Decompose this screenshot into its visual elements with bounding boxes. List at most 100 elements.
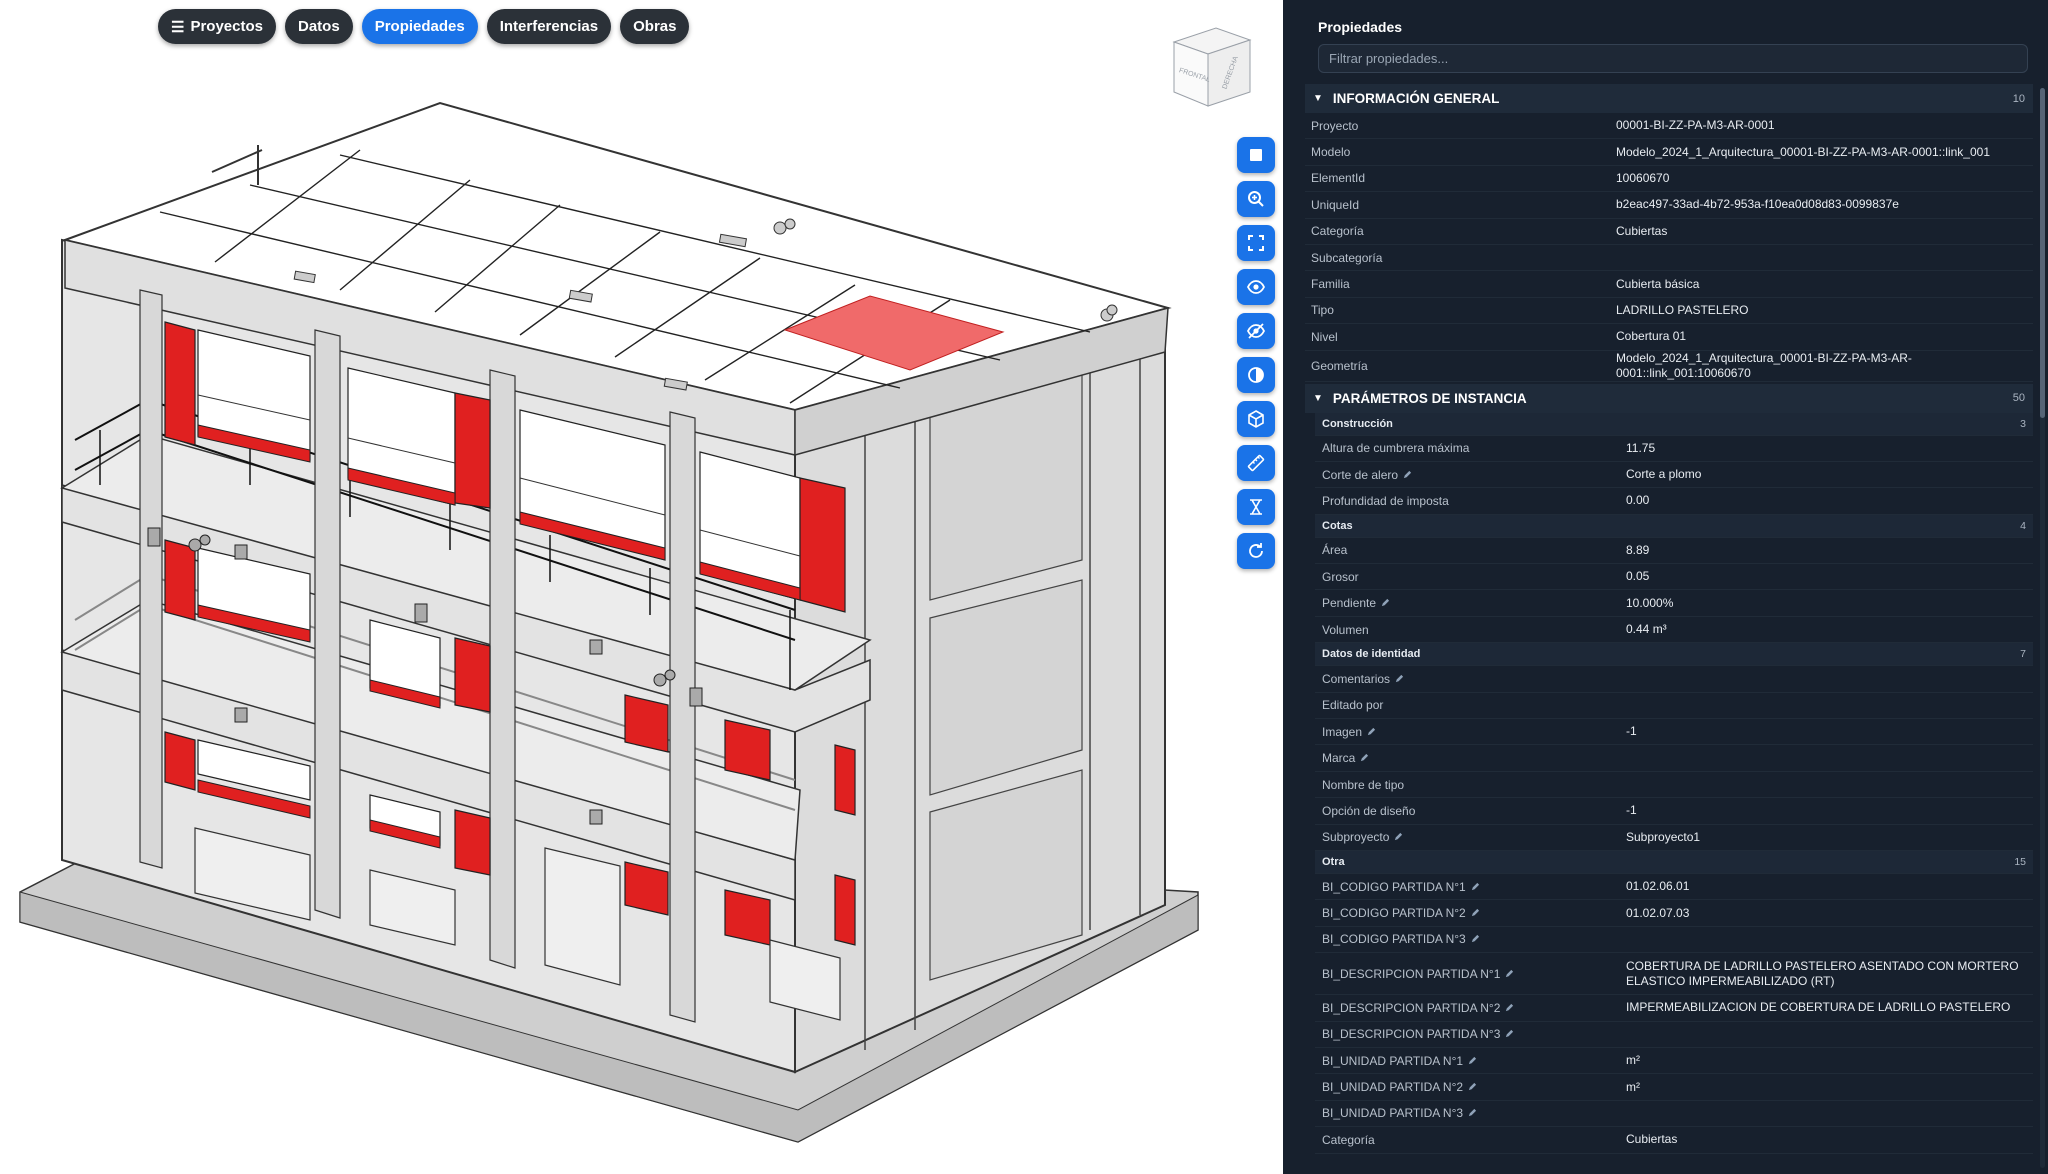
property-key: Subproyecto bbox=[1315, 830, 1620, 844]
group-title: Cotas bbox=[1322, 519, 1353, 532]
property-key: Categoría bbox=[1315, 1133, 1620, 1147]
property-row[interactable]: Área 8.89 bbox=[1315, 538, 2033, 565]
property-key-label: Opción de diseño bbox=[1322, 803, 1416, 818]
property-row[interactable]: BI_DESCRIPCION PARTIDA N°3 bbox=[1315, 1022, 2033, 1048]
property-row[interactable]: BI_DESCRIPCION PARTIDA N°2 IMPERMEABILIZA… bbox=[1315, 995, 2033, 1022]
property-group-header[interactable]: Otra 15 bbox=[1315, 850, 2033, 874]
property-row[interactable]: BI_CODIGO PARTIDA N°1 01.02.06.01 bbox=[1315, 874, 2033, 901]
property-row[interactable]: Volumen 0.44 m³ bbox=[1315, 617, 2033, 644]
property-row[interactable]: BI_DESCRIPCION PARTIDA N°1 COBERTURA DE L… bbox=[1315, 953, 2033, 996]
model-viewer[interactable]: ☰ Proyectos Datos Propiedades Interferen… bbox=[0, 0, 1283, 1174]
section-parametros-instancia[interactable]: ▼ PARÁMETROS DE INSTANCIA 50 bbox=[1305, 383, 2033, 413]
property-row[interactable]: Opción de diseño -1 bbox=[1315, 798, 2033, 825]
nav-propiedades[interactable]: Propiedades bbox=[361, 9, 478, 44]
property-row[interactable]: Profundidad de imposta 0.00 bbox=[1315, 488, 2033, 515]
property-group-header[interactable]: Datos de identidad 7 bbox=[1315, 643, 2033, 667]
edit-pencil-icon[interactable] bbox=[1381, 596, 1390, 610]
property-key: UniqueId bbox=[1311, 197, 1360, 212]
property-key: BI_CODIGO PARTIDA N°2 bbox=[1315, 906, 1620, 920]
edit-pencil-icon[interactable] bbox=[1395, 672, 1404, 686]
edit-pencil-icon[interactable] bbox=[1367, 725, 1376, 739]
property-row[interactable]: BI_UNIDAD PARTIDA N°3 bbox=[1315, 1101, 2033, 1128]
property-key-label: Corte de alero bbox=[1322, 467, 1399, 482]
property-row[interactable]: Nivel Cobertura 01 bbox=[1305, 324, 2033, 351]
fit-view-button[interactable] bbox=[1237, 225, 1275, 261]
nav-propiedades-label: Propiedades bbox=[374, 18, 465, 35]
contrast-button[interactable] bbox=[1237, 357, 1275, 393]
edit-pencil-icon[interactable] bbox=[1505, 967, 1514, 981]
property-key: BI_UNIDAD PARTIDA N°2 bbox=[1315, 1080, 1620, 1094]
menu-icon: ☰ bbox=[171, 18, 185, 36]
edit-pencil-icon[interactable] bbox=[1505, 1001, 1514, 1015]
property-key: Corte de alero bbox=[1315, 468, 1620, 482]
edit-pencil-icon[interactable] bbox=[1471, 932, 1480, 946]
filter-properties-input[interactable] bbox=[1318, 44, 2028, 73]
edit-pencil-icon[interactable] bbox=[1468, 1080, 1477, 1094]
property-value: 01.02.07.03 bbox=[1626, 905, 1690, 920]
zoom-button[interactable] bbox=[1237, 181, 1275, 217]
property-row[interactable]: Marca bbox=[1315, 745, 2033, 772]
property-row[interactable]: Proyecto 00001-BI-ZZ-PA-M3-AR-0001 bbox=[1305, 113, 2033, 140]
hide-button[interactable] bbox=[1237, 313, 1275, 349]
building-model[interactable] bbox=[0, 0, 1283, 1174]
property-row[interactable]: UniqueId b2eac497-33ad-4b72-953a-f10ea0d0… bbox=[1305, 192, 2033, 219]
property-value: Cobertura 01 bbox=[1616, 329, 1687, 344]
edit-pencil-icon[interactable] bbox=[1468, 1054, 1477, 1068]
square-view-button[interactable] bbox=[1237, 137, 1275, 173]
property-row[interactable]: BI_UNIDAD PARTIDA N°2 m² bbox=[1315, 1074, 2033, 1101]
edit-pencil-icon[interactable] bbox=[1505, 1027, 1514, 1041]
property-key: BI_UNIDAD PARTIDA N°3 bbox=[1315, 1106, 1620, 1120]
nav-obras[interactable]: Obras bbox=[620, 9, 690, 44]
property-row[interactable]: Grosor 0.05 bbox=[1315, 564, 2033, 591]
measure-button[interactable] bbox=[1237, 445, 1275, 481]
property-key-label: Marca bbox=[1322, 751, 1356, 766]
section-button[interactable] bbox=[1237, 489, 1275, 525]
property-row[interactable]: Subproyecto Subproyecto1 bbox=[1315, 825, 2033, 851]
edit-pencil-icon[interactable] bbox=[1471, 880, 1480, 894]
property-row[interactable]: Modelo Modelo_2024_1_Arquitectura_00001-B… bbox=[1305, 139, 2033, 166]
property-row[interactable]: Imagen -1 bbox=[1315, 719, 2033, 746]
edit-pencil-icon[interactable] bbox=[1360, 751, 1369, 765]
property-key: BI_CODIGO PARTIDA N°3 bbox=[1315, 932, 1620, 946]
property-row[interactable]: Subcategoría bbox=[1305, 245, 2033, 272]
section-title: INFORMACIÓN GENERAL bbox=[1332, 91, 1500, 106]
section-informacion-general[interactable]: ▼ INFORMACIÓN GENERAL 10 bbox=[1305, 84, 2033, 113]
property-row[interactable]: Geometría Modelo_2024_1_Arquitectura_0000… bbox=[1305, 351, 2033, 382]
property-row[interactable]: BI_UNIDAD PARTIDA N°1 m² bbox=[1315, 1048, 2033, 1075]
property-value: 0.00 bbox=[1626, 493, 1650, 508]
property-row[interactable]: Altura de cumbrera máxima 11.75 bbox=[1315, 436, 2033, 462]
scrollbar-thumb[interactable] bbox=[2040, 88, 2045, 418]
show-button[interactable] bbox=[1237, 269, 1275, 305]
view-cube[interactable]: FRONTAL DERECHA bbox=[1166, 22, 1258, 114]
nav-interferencias[interactable]: Interferencias bbox=[486, 9, 612, 44]
nav-proyectos[interactable]: ☰ Proyectos bbox=[158, 9, 276, 44]
property-key-label: BI_CODIGO PARTIDA N°3 bbox=[1322, 932, 1466, 947]
edit-pencil-icon[interactable] bbox=[1394, 830, 1403, 844]
group-title: Construcción bbox=[1322, 417, 1393, 430]
property-group-header[interactable]: Cotas 4 bbox=[1315, 514, 2033, 538]
property-row[interactable]: Corte de alero Corte a plomo bbox=[1315, 462, 2033, 489]
property-row[interactable]: BI_CODIGO PARTIDA N°2 01.02.07.03 bbox=[1315, 900, 2033, 927]
cube-button[interactable] bbox=[1237, 401, 1275, 437]
property-row[interactable]: Familia Cubierta básica bbox=[1305, 271, 2033, 298]
property-key: BI_DESCRIPCION PARTIDA N°2 bbox=[1315, 1001, 1620, 1015]
group-count: 3 bbox=[2020, 417, 2026, 430]
property-key: Categoría bbox=[1311, 224, 1364, 239]
property-row[interactable]: Categoría Cubiertas bbox=[1315, 1127, 2033, 1154]
property-group-header[interactable]: Construcción 3 bbox=[1315, 412, 2033, 436]
property-row[interactable]: ElementId 10060670 bbox=[1305, 166, 2033, 193]
property-row[interactable]: BI_CODIGO PARTIDA N°3 bbox=[1315, 927, 2033, 954]
property-key: Marca bbox=[1315, 751, 1620, 765]
edit-pencil-icon[interactable] bbox=[1468, 1106, 1477, 1120]
property-row[interactable]: Nombre de tipo bbox=[1315, 772, 2033, 799]
reset-button[interactable] bbox=[1237, 533, 1275, 569]
edit-pencil-icon[interactable] bbox=[1471, 906, 1480, 920]
nav-datos[interactable]: Datos bbox=[285, 9, 353, 44]
property-row[interactable]: Tipo LADRILLO PASTELERO bbox=[1305, 298, 2033, 325]
nav-obras-label: Obras bbox=[633, 18, 677, 35]
property-row[interactable]: Pendiente 10.000% bbox=[1315, 590, 2033, 617]
edit-pencil-icon[interactable] bbox=[1403, 468, 1412, 482]
property-row[interactable]: Editado por bbox=[1315, 693, 2033, 720]
property-row[interactable]: Comentarios bbox=[1315, 666, 2033, 693]
property-row[interactable]: Categoría Cubiertas bbox=[1305, 219, 2033, 245]
